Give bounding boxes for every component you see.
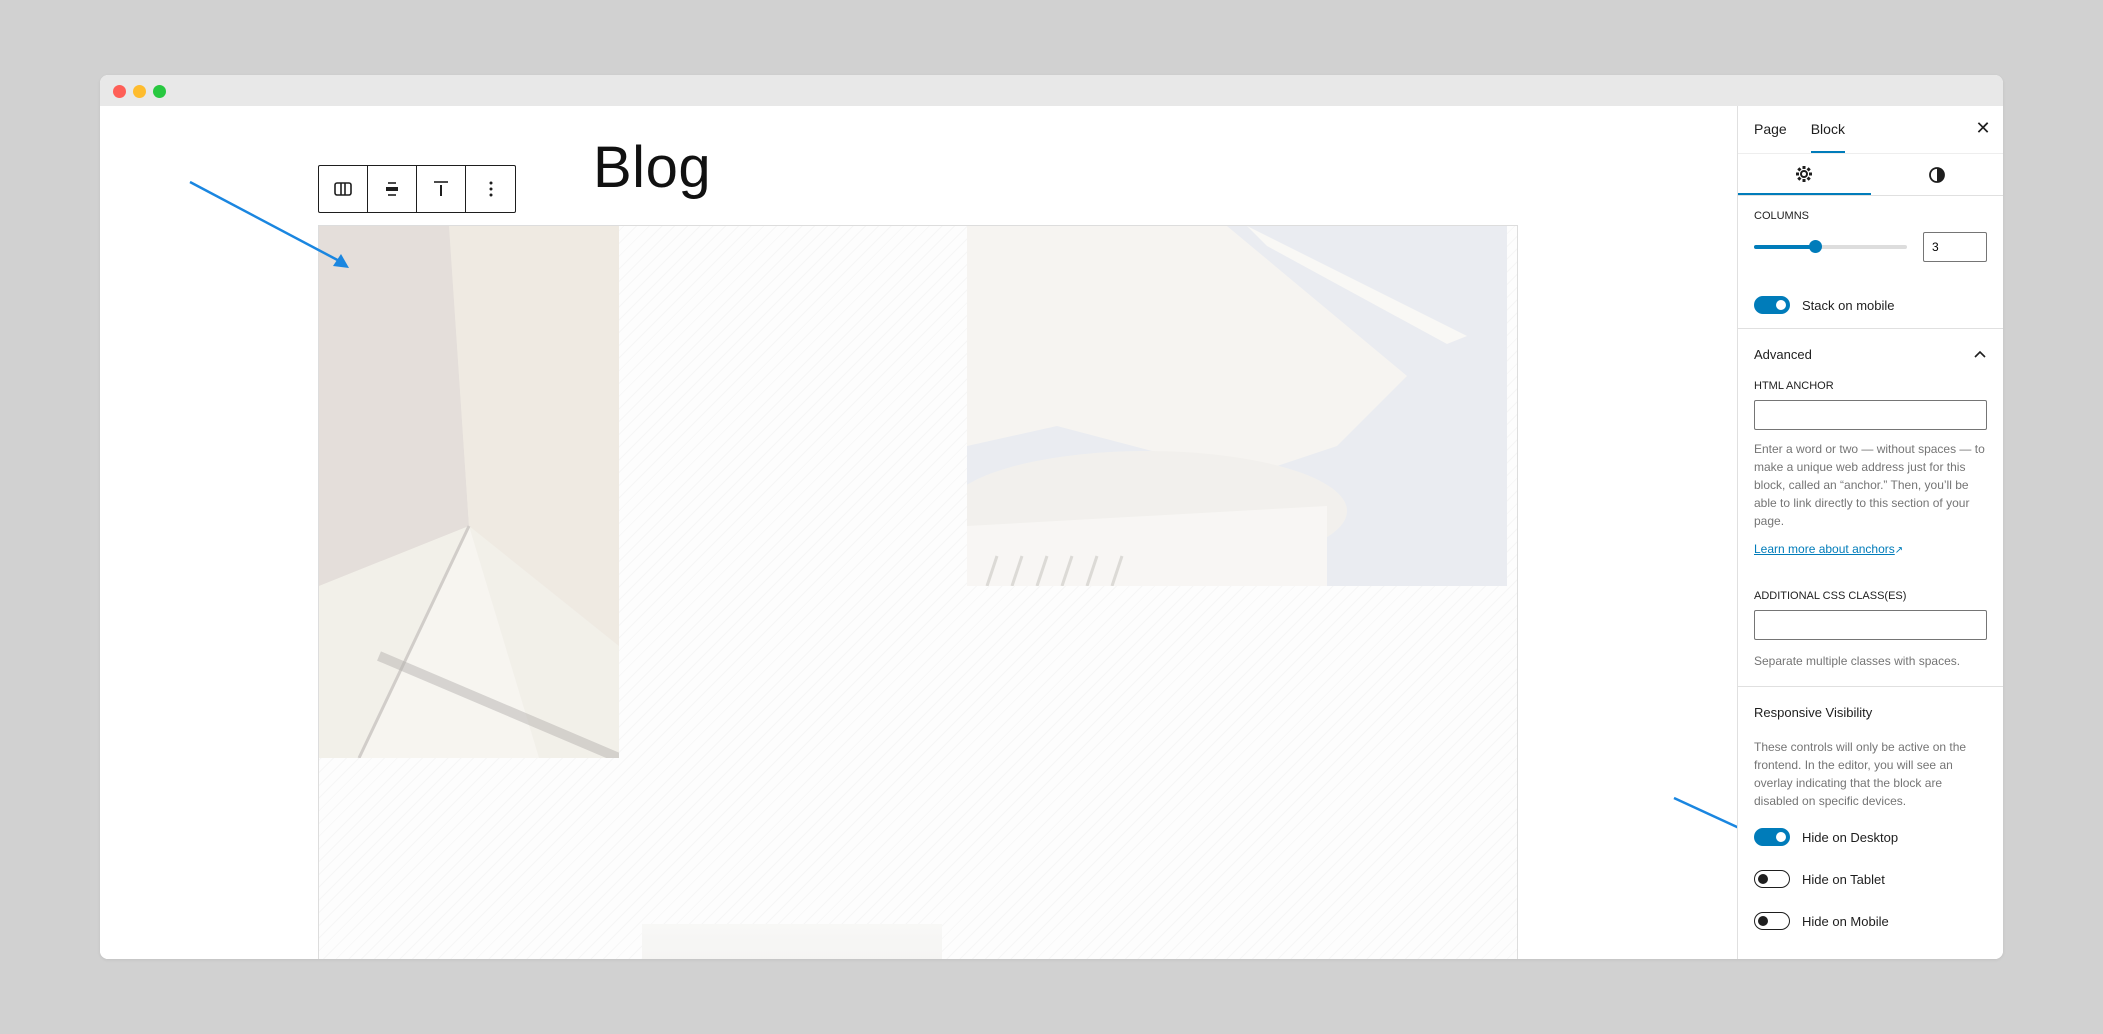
sidebar-tabs: Page Block ✕	[1738, 106, 2003, 154]
contrast-icon[interactable]	[1871, 154, 2004, 195]
column-image-architecture[interactable]	[319, 226, 619, 758]
html-anchor-input[interactable]	[1754, 400, 1987, 430]
columns-label: COLUMNS	[1754, 210, 1810, 222]
css-classes-input[interactable]	[1754, 610, 1987, 640]
vertical-align-icon[interactable]	[417, 166, 466, 212]
learn-more-anchors-link[interactable]: Learn more about anchors	[1754, 542, 1895, 556]
settings-sidebar: Page Block ✕ COLUMNS Stack o	[1737, 106, 2003, 959]
column-image-bottom[interactable]	[642, 924, 942, 959]
hide-on-mobile-toggle[interactable]	[1754, 912, 1790, 930]
browser-window: Blog Page Block ✕ COLUMNS 3 Stack on mob…	[100, 75, 2003, 959]
align-icon[interactable]	[368, 166, 417, 212]
responsive-visibility-help: These controls will only be active on th…	[1754, 740, 1967, 808]
advanced-title: Advanced	[1754, 347, 1812, 362]
gear-icon[interactable]	[1738, 154, 1871, 195]
close-window-button[interactable]	[113, 85, 126, 98]
columns-range-fill	[1754, 245, 1816, 249]
html-anchor-label: HTML ANCHOR	[1754, 380, 1834, 392]
css-classes-label: ADDITIONAL CSS CLASS(ES)	[1754, 590, 1907, 602]
columns-range-slider[interactable]	[1754, 240, 1907, 253]
columns-block[interactable]	[318, 225, 1518, 959]
tab-block[interactable]: Block	[1810, 106, 1845, 153]
disabled-overlay	[642, 924, 942, 959]
editor-canvas: Blog	[100, 106, 1737, 959]
html-anchor-help: Enter a word or two — without spaces — t…	[1754, 442, 1985, 528]
column-image-building[interactable]	[967, 226, 1507, 586]
stack-on-mobile-toggle[interactable]	[1754, 296, 1790, 314]
responsive-visibility-section: Responsive Visibility These controls wil…	[1738, 687, 2003, 948]
window-titlebar	[100, 75, 2003, 106]
responsive-visibility-title: Responsive Visibility	[1754, 705, 1873, 720]
external-link-icon: ↗	[1894, 545, 1904, 556]
hide-on-mobile-label: Hide on Mobile	[1802, 913, 1889, 929]
minimize-window-button[interactable]	[133, 85, 146, 98]
page-title[interactable]: Blog	[593, 134, 711, 201]
annotation-arrow-icon	[189, 180, 349, 268]
hide-on-desktop-toggle[interactable]	[1754, 828, 1790, 846]
hide-on-desktop-label: Hide on Desktop	[1802, 829, 1899, 845]
advanced-panel-toggle[interactable]: Advanced	[1738, 329, 2003, 380]
advanced-panel: HTML ANCHOR Enter a word or two — withou…	[1738, 380, 2003, 687]
tab-page[interactable]: Page	[1754, 106, 1787, 153]
more-options-icon[interactable]	[466, 166, 515, 212]
annotation-arrow-icon	[1673, 796, 1737, 829]
css-classes-help: Separate multiple classes with spaces.	[1754, 654, 1961, 668]
columns-section: COLUMNS Stack on mobile	[1738, 196, 2003, 329]
disabled-overlay	[967, 226, 1507, 586]
maximize-window-button[interactable]	[153, 85, 166, 98]
columns-range-thumb[interactable]	[1809, 240, 1823, 253]
columns-number-input[interactable]	[1923, 232, 1987, 262]
hide-on-tablet-label: Hide on Tablet	[1802, 871, 1885, 887]
disabled-overlay	[319, 226, 619, 758]
chevron-up-icon	[1974, 350, 1986, 358]
close-icon[interactable]: ✕	[1971, 116, 1995, 140]
hide-on-tablet-toggle[interactable]	[1754, 870, 1790, 888]
stack-on-mobile-label: Stack on mobile	[1802, 297, 1895, 313]
sidebar-panel-tabs	[1738, 154, 2003, 196]
